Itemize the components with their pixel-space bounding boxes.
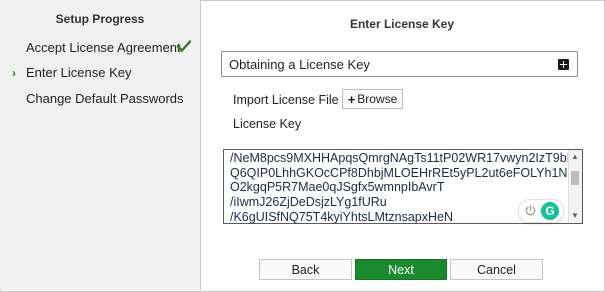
sidebar-title: Setup Progress bbox=[55, 12, 145, 26]
page-title: Enter License Key bbox=[349, 17, 455, 31]
extension-widget: G bbox=[518, 199, 564, 223]
check-icon bbox=[176, 40, 192, 52]
scroll-thumb[interactable] bbox=[571, 171, 579, 185]
back-button[interactable]: Back bbox=[259, 259, 352, 280]
textarea-scrollbar[interactable]: ▲ ▼ bbox=[568, 150, 582, 223]
license-key-text: /NeM8pcs9MXHHApqsQmrgNAgTs11tP02WR17vwyn… bbox=[230, 151, 583, 224]
plus-icon: + bbox=[347, 91, 356, 107]
license-key-label: License Key bbox=[233, 117, 302, 131]
browse-label: Browse bbox=[357, 92, 398, 106]
power-icon[interactable] bbox=[524, 204, 537, 217]
step-enter-license-key: Enter License Key bbox=[26, 65, 132, 80]
obtaining-license-accordion[interactable]: Obtaining a License Key bbox=[221, 51, 578, 77]
chevron-right-icon: › bbox=[12, 66, 16, 80]
step-accept-license: Accept License Agreement bbox=[26, 40, 181, 55]
accordion-label: Obtaining a License Key bbox=[229, 57, 370, 72]
browse-button[interactable]: + Browse bbox=[342, 89, 403, 109]
scroll-up-icon[interactable]: ▲ bbox=[571, 152, 579, 161]
grammarly-icon[interactable]: G bbox=[541, 202, 559, 220]
setup-progress-sidebar: Setup Progress Accept License Agreement … bbox=[0, 0, 201, 290]
next-button[interactable]: Next bbox=[355, 259, 447, 280]
cancel-button[interactable]: Cancel bbox=[450, 259, 543, 280]
scroll-down-icon[interactable]: ▼ bbox=[571, 211, 579, 220]
step-change-passwords: Change Default Passwords bbox=[26, 91, 184, 106]
plus-square-icon[interactable] bbox=[558, 59, 569, 70]
import-license-label: Import License File bbox=[233, 93, 339, 107]
